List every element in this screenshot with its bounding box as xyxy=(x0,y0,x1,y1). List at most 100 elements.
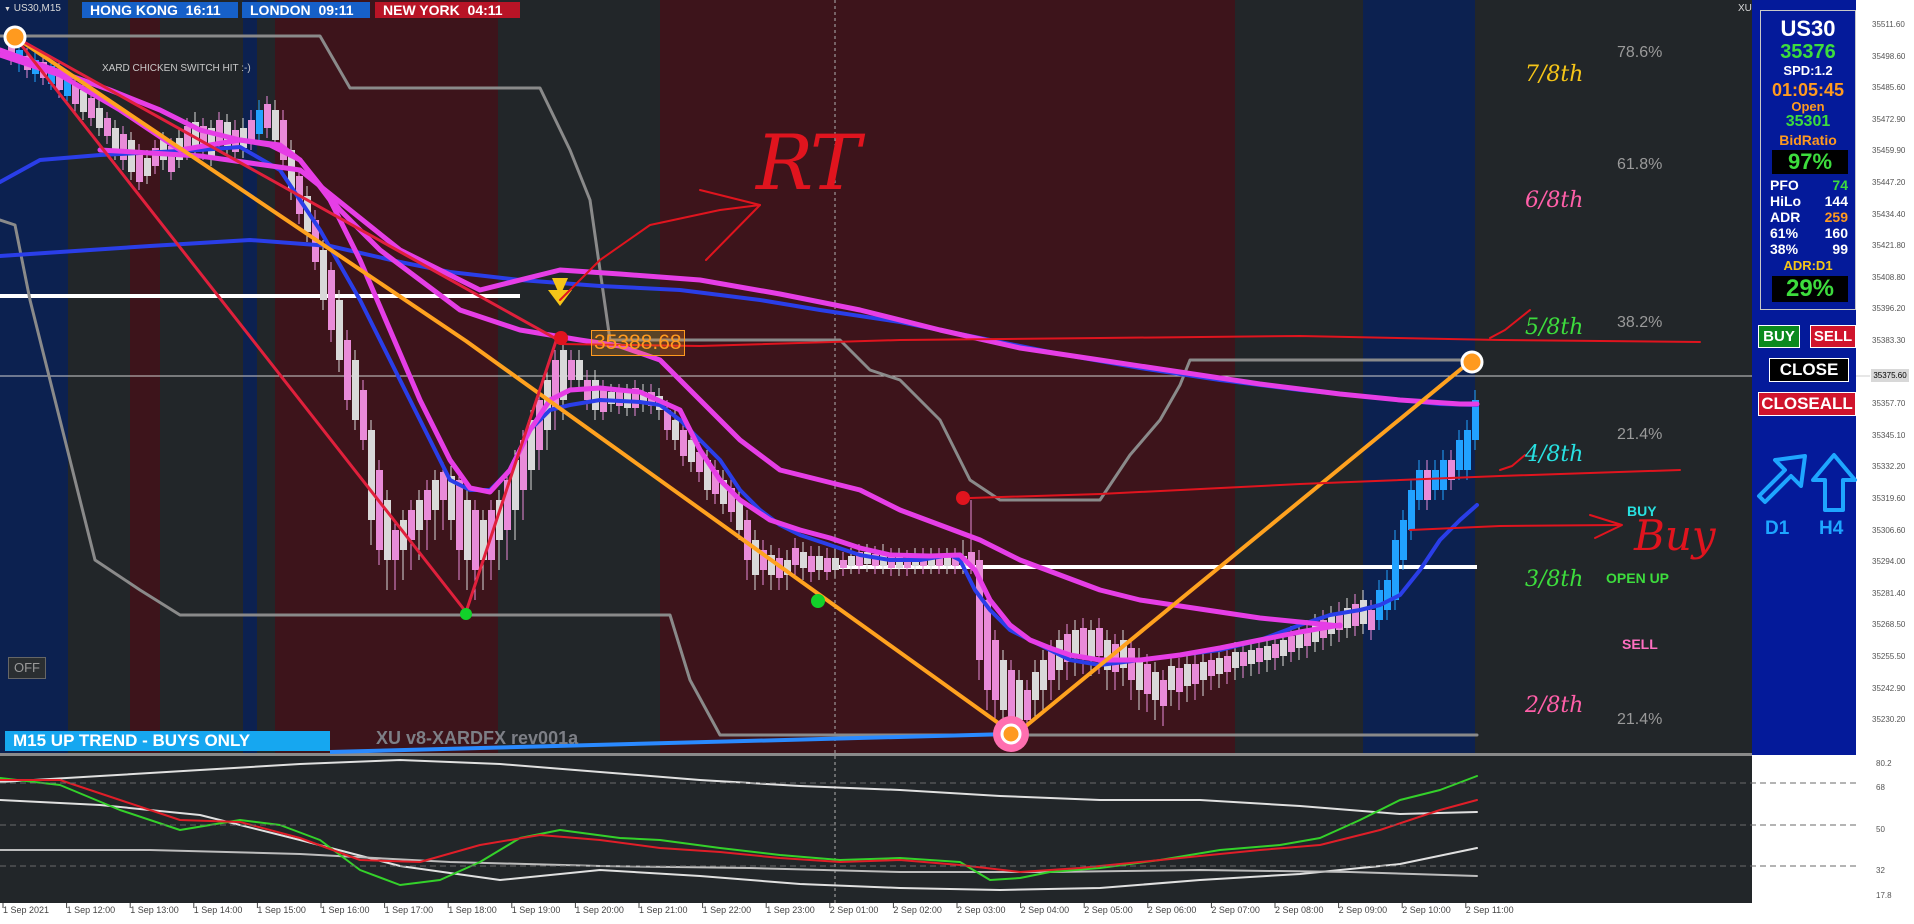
candle-body xyxy=(1024,690,1031,720)
oscillator-tick: 17.8 xyxy=(1876,891,1892,900)
info-stat-hilo: HiLo 144 xyxy=(1770,193,1848,209)
price-tick: 35255.50 xyxy=(1872,652,1906,661)
signal-open-up: OPEN UP xyxy=(1606,570,1670,586)
time-tick: 2 Sep 03:00 xyxy=(957,905,1006,915)
oscillator-pane-background xyxy=(0,756,1752,903)
candle-body xyxy=(320,250,327,300)
price-tick: 35485.60 xyxy=(1872,83,1906,93)
time-tick: 2 Sep 02:00 xyxy=(893,905,942,915)
candle-body xyxy=(1040,660,1047,690)
close-button[interactable]: CLOSE xyxy=(1769,358,1849,382)
price-tick: 35294.00 xyxy=(1872,557,1906,567)
trend-banner: M15 UP TREND - BUYS ONLY xyxy=(5,731,330,751)
off-button[interactable]: OFF xyxy=(8,657,46,679)
d1-up-right-arrow-icon xyxy=(1757,454,1807,504)
candle-body xyxy=(1416,470,1423,500)
candle-body xyxy=(1080,628,1087,656)
candle-body xyxy=(328,270,335,330)
candle-body xyxy=(1408,490,1415,530)
candle-body xyxy=(272,110,279,140)
candle-body xyxy=(736,500,743,530)
pivot-red xyxy=(554,331,568,345)
candle-body xyxy=(264,104,271,128)
price-chart[interactable] xyxy=(0,0,1914,924)
candle-body xyxy=(1248,650,1255,664)
time-tick: 1 Sep 19:00 xyxy=(511,905,561,915)
candle-body xyxy=(576,360,583,380)
close-all-button[interactable]: CLOSEALL xyxy=(1758,392,1856,416)
candle-body xyxy=(464,500,471,560)
sell-button[interactable]: SELL xyxy=(1810,325,1856,348)
candle-body xyxy=(80,90,87,112)
buy-button[interactable]: BUY xyxy=(1758,325,1800,348)
price-tick: 35230.20 xyxy=(1872,715,1906,725)
candle-body xyxy=(1264,646,1271,660)
candle-body xyxy=(792,548,799,565)
price-tick: 35396.20 xyxy=(1872,304,1906,314)
candle-body xyxy=(128,140,135,172)
price-tick: 35498.60 xyxy=(1872,51,1906,61)
candle-body xyxy=(848,556,855,566)
time-tick: 1 Sep 15:00 xyxy=(257,905,306,915)
candle-body xyxy=(1224,656,1231,672)
time-tick: 1 Sep 22:00 xyxy=(702,905,752,915)
price-tick: 35306.60 xyxy=(1872,525,1906,535)
info-stat-61: 61% 160 xyxy=(1770,225,1848,241)
fib-level-21-4-lower: 21.4% xyxy=(1617,711,1663,728)
price-tick: 35281.40 xyxy=(1872,588,1906,598)
candle-body xyxy=(248,120,255,140)
oscillator-tick: 32 xyxy=(1876,866,1885,875)
candle-body xyxy=(1432,470,1439,490)
candle-body xyxy=(360,390,367,440)
candle-body xyxy=(1184,664,1191,686)
candle-body xyxy=(1136,658,1143,690)
time-tick: 2 Sep 07:00 xyxy=(1211,905,1260,915)
candle-body xyxy=(592,380,599,410)
pivot-price-label: 35388.68 xyxy=(591,330,685,356)
fib-level-38-2: 38.2% xyxy=(1617,314,1663,331)
price-tick: 35345.10 xyxy=(1872,430,1906,440)
candle-body xyxy=(1352,604,1359,626)
trend-arrow-label-h4: H4 xyxy=(1819,518,1844,539)
candle-body xyxy=(1000,660,1007,710)
murrey-level-2-8: 2/8th xyxy=(1525,693,1584,718)
candle-body xyxy=(456,480,463,550)
candle-body xyxy=(104,118,111,136)
clock-hong-kong: HONG KONG 16:11 xyxy=(82,2,238,18)
candle-body xyxy=(984,600,991,690)
fib-level-78-6: 78.6% xyxy=(1617,44,1663,61)
price-tick: 35319.60 xyxy=(1872,494,1906,503)
swing-low-marker-core xyxy=(1000,723,1022,745)
candle-body xyxy=(368,430,375,520)
candle-body xyxy=(112,128,119,150)
time-tick: 1 Sep 23:00 xyxy=(766,905,815,915)
price-tick: 35434.40 xyxy=(1872,209,1906,219)
candle-body xyxy=(144,158,151,176)
candle-body xyxy=(376,470,383,550)
candle-body xyxy=(808,556,815,572)
candle-body xyxy=(1048,650,1055,680)
info-stat-pfo: PFO 74 xyxy=(1770,177,1848,193)
candle-body xyxy=(1176,668,1183,692)
time-tick: 1 Sep 17:00 xyxy=(384,905,434,915)
price-tick: 35383.30 xyxy=(1872,336,1906,345)
handwriting-buy: Buy xyxy=(1634,511,1716,560)
oscillator-tick: 50 xyxy=(1876,825,1885,834)
candle-body xyxy=(216,120,223,142)
candle-body xyxy=(672,420,679,440)
time-tick: 1 Sep 18:00 xyxy=(448,905,497,915)
candle-body xyxy=(1232,652,1239,668)
pivot-green xyxy=(811,594,825,608)
info-adr-value: 29% xyxy=(1772,276,1848,302)
oscillator-tick: 68 xyxy=(1876,783,1885,792)
candle-body xyxy=(344,340,351,400)
candle-body xyxy=(392,530,399,560)
pivot-red xyxy=(956,491,970,505)
time-tick: 1 Sep 16:00 xyxy=(321,905,370,915)
pivot-low-green xyxy=(460,608,472,620)
murrey-level-3-8: 3/8th xyxy=(1525,567,1584,592)
murrey-level-4-8: 4/8th xyxy=(1525,442,1584,467)
clock-new-york: NEW YORK 04:11 xyxy=(375,2,520,18)
candle-body xyxy=(832,558,839,570)
time-tick: 2 Sep 05:00 xyxy=(1084,905,1133,915)
